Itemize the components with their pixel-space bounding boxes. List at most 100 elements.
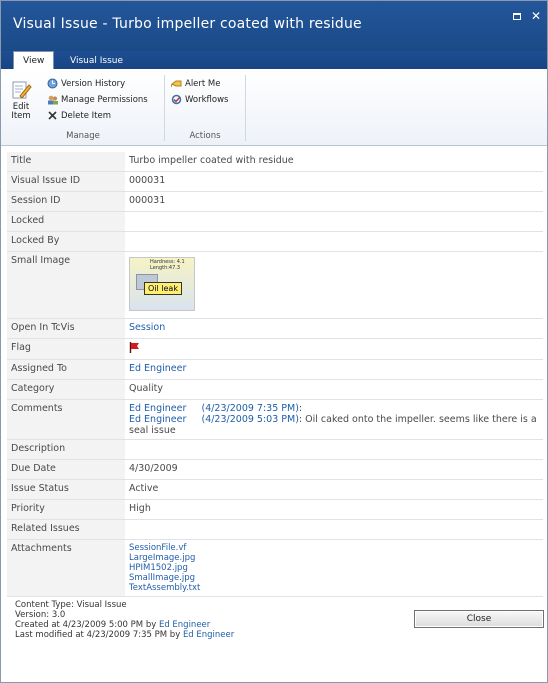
field-label: Flag — [7, 338, 125, 360]
delete-icon — [47, 110, 58, 121]
dialog-title: Visual Issue - Turbo impeller coated wit… — [13, 16, 362, 32]
row-priority: Priority High — [7, 499, 543, 520]
comment-author-link[interactable]: Ed Engineer — [129, 403, 186, 414]
row-locked: Locked — [7, 211, 543, 232]
due-date-value: 4/30/2009 — [125, 459, 543, 480]
modified-text: Last modified at 4/23/2009 7:35 PM by — [15, 630, 183, 640]
field-label: Issue Status — [7, 479, 125, 500]
locked-by-value — [125, 231, 543, 252]
row-locked-by: Locked By — [7, 231, 543, 252]
attachment-link[interactable]: HPIM1502.jpg — [129, 563, 539, 573]
window-controls: ✕ — [507, 9, 541, 23]
field-label: Due Date — [7, 459, 125, 480]
comment-entry: Ed Engineer (4/23/2009 5:03 PM): Oil cak… — [129, 414, 539, 436]
field-label: Locked By — [7, 231, 125, 252]
manage-group: Edit Item Version History Manage Permiss… — [5, 75, 161, 143]
modified-line: Last modified at 4/23/2009 7:35 PM by Ed… — [15, 630, 234, 640]
attachment-link[interactable]: SmallImage.jpg — [129, 573, 539, 583]
properties-table: Title Turbo impeller coated with residue… — [7, 152, 543, 597]
item-properties: Title Turbo impeller coated with residue… — [7, 152, 543, 597]
created-text: Created at 4/23/2009 5:00 PM by — [15, 620, 159, 630]
edit-item-label: Edit Item — [11, 102, 31, 121]
row-small-image: Small Image Hardness: 4.1 Length:47.3 Oi… — [7, 251, 543, 319]
close-icon[interactable]: ✕ — [531, 9, 541, 23]
comment-time: (4/23/2009 5:03 PM) — [201, 414, 299, 425]
alert-me-button[interactable]: Alert Me — [170, 77, 221, 91]
row-description: Description — [7, 439, 543, 460]
content-type-text: Content Type: Visual Issue — [15, 600, 127, 610]
attachment-link[interactable]: LargeImage.jpg — [129, 553, 539, 563]
item-metadata: Content Type: Visual Issue Version: 3.0 … — [15, 600, 234, 640]
thumbnail-caption: Length:47.3 — [150, 265, 181, 271]
attachments-list: SessionFile.vf LargeImage.jpg HPIM1502.j… — [125, 539, 543, 597]
tab-visual-issue[interactable]: Visual Issue — [61, 52, 132, 69]
oil-leak-tag: Oil leak — [144, 282, 182, 295]
attachment-link[interactable]: TextAssembly.txt — [129, 583, 539, 593]
flag-cell — [125, 338, 543, 360]
session-link[interactable]: Session — [129, 322, 165, 333]
related-issues-value — [125, 519, 543, 540]
field-label: Description — [7, 439, 125, 460]
visual-issue-id-value: 000031 — [125, 171, 543, 192]
comment-text: : — [298, 403, 303, 414]
row-open-in-tcvis: Open In TcVis Session — [7, 318, 543, 339]
row-attachments: Attachments SessionFile.vf LargeImage.jp… — [7, 539, 543, 597]
row-due-date: Due Date 4/30/2009 — [7, 459, 543, 480]
row-assigned-to: Assigned To Ed Engineer — [7, 359, 543, 380]
ribbon-tab-row: View Visual Issue — [1, 51, 547, 69]
issue-status-value: Active — [125, 479, 543, 500]
attachment-link[interactable]: SessionFile.vf — [129, 543, 539, 553]
created-line: Created at 4/23/2009 5:00 PM by Ed Engin… — [15, 620, 234, 630]
edit-item-button[interactable]: Edit Item — [7, 79, 35, 121]
field-label: Assigned To — [7, 359, 125, 380]
delete-item-button[interactable]: Delete Item — [47, 109, 111, 123]
field-label: Title — [7, 152, 125, 172]
version-history-button[interactable]: Version History — [47, 77, 125, 91]
field-label: Locked — [7, 211, 125, 232]
tab-view[interactable]: View — [13, 51, 55, 69]
restore-icon[interactable] — [513, 13, 522, 20]
workflows-label: Workflows — [185, 95, 229, 105]
assigned-to-link[interactable]: Ed Engineer — [129, 363, 186, 374]
alert-me-label: Alert Me — [185, 79, 221, 89]
title-bar: Visual Issue - Turbo impeller coated wit… — [1, 1, 547, 51]
version-history-icon — [47, 78, 58, 89]
comment-text: : Oil caked onto the impeller. seems lik… — [129, 414, 537, 436]
actions-group-label: Actions — [189, 131, 221, 141]
ribbon-separator — [164, 75, 165, 141]
field-label: Visual Issue ID — [7, 171, 125, 192]
field-label: Small Image — [7, 251, 125, 319]
manage-permissions-icon — [47, 94, 58, 105]
row-comments: Comments Ed Engineer (4/23/2009 7:35 PM)… — [7, 399, 543, 440]
manage-group-label: Manage — [66, 131, 100, 141]
session-id-value: 000031 — [125, 191, 543, 212]
field-label: Priority — [7, 499, 125, 520]
modified-by-link[interactable]: Ed Engineer — [183, 630, 234, 640]
row-flag: Flag — [7, 338, 543, 360]
version-text: Version: 3.0 — [15, 610, 66, 620]
red-flag-icon — [129, 342, 141, 356]
priority-value: High — [125, 499, 543, 520]
comment-entry: Ed Engineer (4/23/2009 7:35 PM): — [129, 403, 539, 414]
small-image-thumbnail[interactable]: Hardness: 4.1 Length:47.3 Oil leak — [129, 257, 195, 311]
field-label: Session ID — [7, 191, 125, 212]
version-history-label: Version History — [61, 79, 126, 89]
row-visual-issue-id: Visual Issue ID 000031 — [7, 171, 543, 192]
workflows-icon — [171, 94, 182, 105]
comment-author-link[interactable]: Ed Engineer — [129, 414, 186, 425]
row-issue-status: Issue Status Active — [7, 479, 543, 500]
field-label: Category — [7, 379, 125, 400]
locked-value — [125, 211, 543, 232]
field-label: Comments — [7, 399, 125, 440]
row-session-id: Session ID 000031 — [7, 191, 543, 212]
field-label: Related Issues — [7, 519, 125, 540]
small-image-cell: Hardness: 4.1 Length:47.3 Oil leak — [125, 251, 543, 319]
created-by-link[interactable]: Ed Engineer — [159, 620, 210, 630]
workflows-button[interactable]: Workflows — [171, 93, 228, 107]
field-label: Attachments — [7, 539, 125, 597]
close-button[interactable]: Close — [414, 610, 544, 628]
manage-permissions-button[interactable]: Manage Permissions — [47, 93, 148, 107]
manage-permissions-label: Manage Permissions — [61, 95, 148, 105]
title-value: Turbo impeller coated with residue — [125, 152, 543, 172]
field-label: Open In TcVis — [7, 318, 125, 339]
